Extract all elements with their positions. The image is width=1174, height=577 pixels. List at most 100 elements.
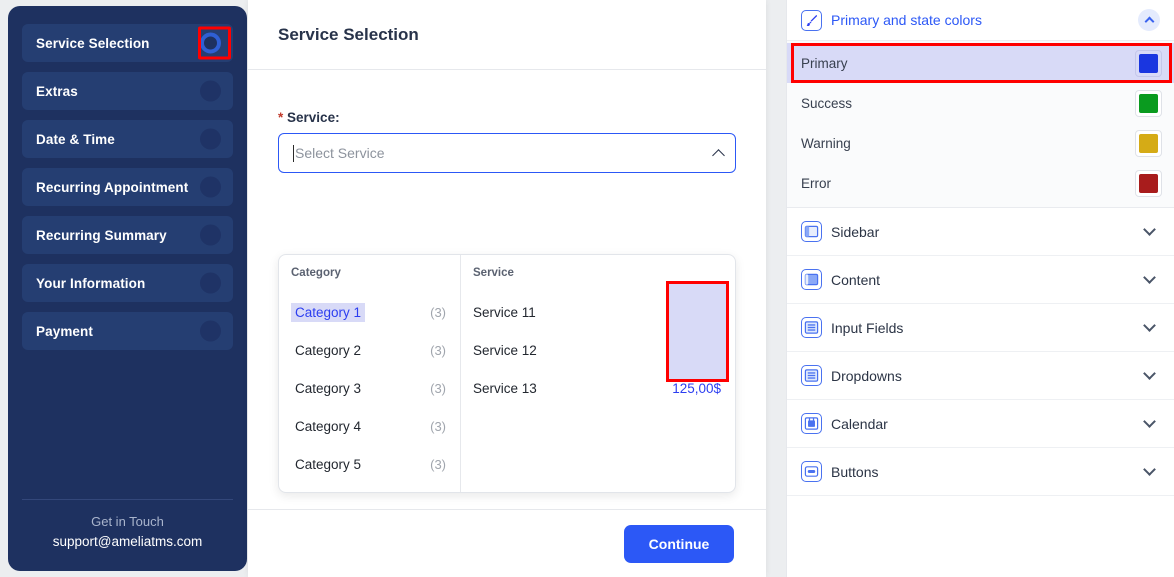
required-asterisk: *: [278, 110, 283, 125]
continue-button[interactable]: Continue: [624, 525, 734, 563]
panel-section-calendar[interactable]: Calendar: [787, 400, 1174, 448]
step-status-dot: [200, 273, 221, 294]
step-status-dot: [200, 225, 221, 246]
color-swatch: [1139, 174, 1158, 193]
color-label: Success: [801, 96, 852, 111]
panel-section-sidebar[interactable]: Sidebar: [787, 208, 1174, 256]
sidebar-step-extras[interactable]: Extras: [22, 72, 233, 110]
sidebar-step-recurring-appointment[interactable]: Recurring Appointment: [22, 168, 233, 206]
service-price: 125,00$: [672, 343, 721, 358]
category-row[interactable]: Category 1 (3): [279, 293, 460, 331]
color-row-warning[interactable]: Warning: [787, 123, 1174, 163]
chevron-down-icon[interactable]: [1143, 319, 1156, 332]
category-name: Category 4: [291, 417, 365, 436]
sidebar-step-your-information[interactable]: Your Information: [22, 264, 233, 302]
sidebar-step-payment[interactable]: Payment: [22, 312, 233, 350]
chevron-up-icon: [712, 149, 725, 162]
category-name: Category 1: [291, 303, 365, 322]
color-row-success[interactable]: Success: [787, 83, 1174, 123]
color-swatch-button[interactable]: [1135, 50, 1162, 77]
card-footer: Continue: [248, 509, 766, 577]
panel-section-buttons[interactable]: Buttons: [787, 448, 1174, 496]
sidebar-step-label: Date & Time: [36, 132, 115, 147]
category-column-header: Category: [279, 267, 460, 279]
step-status-dot: [200, 81, 221, 102]
category-count: (3): [430, 343, 446, 358]
get-in-touch-label: Get in Touch: [22, 514, 233, 529]
service-dropdown-panel: Category Category 1(3)Category 2(3)Categ…: [278, 254, 736, 493]
panel-section-dropdowns[interactable]: Dropdowns: [787, 352, 1174, 400]
sidebar-step-label: Your Information: [36, 276, 145, 291]
panel-section-label: Calendar: [831, 416, 1145, 432]
primary-row-highlight-box: [791, 43, 1172, 83]
service-column-header: Service: [461, 267, 735, 279]
color-label: Primary: [801, 56, 848, 71]
section-list: Sidebar Content Input Fields Dropdowns Calen…: [787, 208, 1174, 496]
sidebar-step-label: Payment: [36, 324, 93, 339]
step-status-dot: [200, 321, 221, 342]
chevron-down-icon[interactable]: [1143, 463, 1156, 476]
service-label-text: Service:: [287, 110, 340, 125]
step-status-dot: [200, 33, 221, 54]
sidebar-spacer: [22, 360, 233, 499]
category-count: (3): [430, 419, 446, 434]
buttons-icon: [801, 461, 822, 482]
sidebar-step-label: Recurring Summary: [36, 228, 167, 243]
category-row[interactable]: Category 5(3): [279, 445, 460, 483]
chevron-down-icon[interactable]: [1143, 415, 1156, 428]
service-list: Service 11125,00$Service 12125,00$Servic…: [461, 293, 735, 407]
service-column: Service Service 11125,00$Service 12125,0…: [461, 255, 735, 492]
sidebar-icon: [801, 221, 822, 242]
category-name: Category 3: [291, 379, 365, 398]
collapse-chevron-up-icon[interactable]: [1138, 9, 1160, 31]
sidebar-step-service-selection[interactable]: Service Selection: [22, 24, 233, 62]
category-row[interactable]: Category 4 (3): [279, 407, 460, 445]
color-swatch-button[interactable]: [1135, 130, 1162, 157]
sidebar-step-date-time[interactable]: Date & Time: [22, 120, 233, 158]
chevron-down-icon[interactable]: [1143, 271, 1156, 284]
service-name: Service 11: [473, 305, 536, 320]
category-list: Category 1(3)Category 2(3)Category 3(3)C…: [279, 293, 460, 483]
category-count: (3): [430, 381, 446, 396]
category-name: Category 5: [291, 455, 365, 474]
panel-header-title: Primary and state colors: [831, 12, 1138, 28]
chevron-down-icon[interactable]: [1143, 223, 1156, 236]
color-row-primary[interactable]: Primary: [787, 43, 1174, 83]
service-price: 125,00$: [672, 305, 721, 320]
color-label: Error: [801, 176, 831, 191]
service-row[interactable]: Service 12125,00$: [461, 331, 735, 369]
card-header: Service Selection: [248, 0, 766, 70]
service-row[interactable]: Service 11 125,00$: [461, 293, 735, 331]
color-swatch-button[interactable]: [1135, 170, 1162, 197]
category-row[interactable]: Category 2 (3): [279, 331, 460, 369]
service-name: Service 13: [473, 381, 537, 396]
primary-colors-header[interactable]: Primary and state colors: [787, 0, 1174, 41]
page-title: Service Selection: [278, 25, 419, 45]
support-email[interactable]: support@ameliatms.com: [22, 534, 233, 549]
service-select-input[interactable]: Select Service: [278, 133, 736, 173]
category-name: Category 2: [291, 341, 365, 360]
category-row[interactable]: Category 3 (3): [279, 369, 460, 407]
color-label: Warning: [801, 136, 851, 151]
service-price: 125,00$: [672, 381, 721, 396]
panel-section-content[interactable]: Content: [787, 256, 1174, 304]
panel-section-label: Input Fields: [831, 320, 1145, 336]
chevron-down-icon[interactable]: [1143, 367, 1156, 380]
paint-brush-icon: [801, 10, 822, 31]
service-row[interactable]: Service 13 125,00$: [461, 369, 735, 407]
dropdowns-icon: [801, 365, 822, 386]
panel-section-label: Sidebar: [831, 224, 1145, 240]
color-swatch-button[interactable]: [1135, 90, 1162, 117]
customizer-panel: Primary and state colors Primary Success W…: [786, 0, 1174, 577]
sidebar-step-recurring-summary[interactable]: Recurring Summary: [22, 216, 233, 254]
category-column: Category Category 1(3)Category 2(3)Categ…: [279, 255, 461, 492]
panel-section-input-fields[interactable]: Input Fields: [787, 304, 1174, 352]
panel-section-label: Buttons: [831, 464, 1145, 480]
step-list: Service Selection Extras Date & Time Recurr…: [22, 24, 233, 360]
app-root: Service Selection Extras Date & Time Recurr…: [0, 0, 1174, 577]
color-swatch: [1139, 94, 1158, 113]
text-cursor: [293, 145, 294, 162]
service-field-label: * Service:: [278, 110, 736, 125]
color-row-error[interactable]: Error: [787, 163, 1174, 203]
category-count: (3): [430, 305, 446, 320]
